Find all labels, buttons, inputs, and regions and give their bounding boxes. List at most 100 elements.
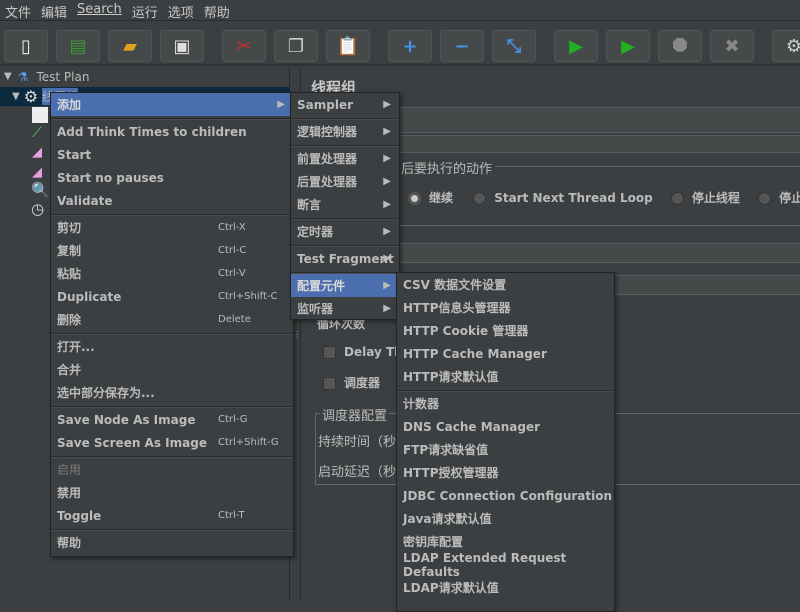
menu-item-24[interactable]: 帮助 (51, 531, 293, 554)
menu-bar: 文件 编辑 Search 运行 选项 帮助 (0, 0, 800, 21)
menu-item-jdbc-connection-configuration[interactable]: JDBC Connection Configuration (397, 484, 614, 507)
menu-item-label: 计数器 (403, 397, 440, 411)
menu-item-6[interactable]: 断言 ▶ (291, 193, 399, 216)
menu-item-http-cookie[interactable]: HTTP Cookie 管理器 (397, 319, 614, 342)
menu-item-java[interactable]: Java请求默认值 (397, 507, 614, 530)
shutdown-icon: ✖ (724, 35, 740, 57)
menu-item-8[interactable]: 定时器 ▶ (291, 220, 399, 243)
menu-item-save-screen-as-image[interactable]: Save Screen As Image Ctrl+Shift-G (51, 431, 293, 454)
menu-item-2[interactable]: 逻辑控制器 ▶ (291, 120, 399, 143)
menu-item-ldap[interactable]: LDAP请求默认值 (397, 576, 614, 599)
menu-item-label: 粘贴 (57, 267, 82, 281)
start-no-pauses-button[interactable]: ▶ (606, 30, 650, 62)
menu-item-13[interactable]: 监听器 ▶ (291, 297, 399, 320)
menu-item-label: 选中部分保存为... (57, 386, 155, 400)
child-element-icon[interactable] (32, 107, 48, 123)
save-button[interactable]: ▣ (160, 30, 204, 62)
shutdown-button[interactable]: ✖ (710, 30, 754, 62)
menu-item-8[interactable]: 复制 Ctrl-C (51, 239, 293, 262)
listener-icon[interactable]: ◢ (32, 165, 42, 180)
menu-item-test-fragment[interactable]: Test Fragment ▶ (291, 247, 399, 270)
menu-item-label: 断言 (297, 198, 322, 212)
menu-item-csv[interactable]: CSV 数据文件设置 (397, 273, 614, 296)
menu-search[interactable]: Search (72, 0, 127, 20)
templates-icon: ▤ (69, 35, 87, 57)
cut-icon: ✂ (236, 35, 252, 57)
menu-item-20[interactable]: 启用 (51, 458, 293, 481)
radio-stop-thread[interactable]: 停止线程 (670, 191, 740, 205)
listener-icon[interactable]: ◢ (32, 145, 42, 160)
submenu-arrow-icon: ▶ (383, 280, 391, 291)
menu-item-duplicate[interactable]: Duplicate Ctrl+Shift-C (51, 285, 293, 308)
menu-item-label: HTTP信息头管理器 (403, 301, 511, 315)
submenu-arrow-icon: ▶ (383, 126, 391, 137)
expand-arrow-icon[interactable]: ▼ (4, 71, 12, 82)
menu-item-11[interactable]: 删除 Delete (51, 308, 293, 331)
menu-item-14[interactable]: 合并 (51, 358, 293, 381)
menu-1[interactable]: 编辑 (36, 0, 72, 21)
expand-button[interactable]: + (388, 30, 432, 62)
menu-item-sampler[interactable]: Sampler ▶ (291, 93, 399, 116)
menu-item-label: LDAP Extended Request Defaults (403, 550, 567, 579)
menu-item-7[interactable]: 剪切 Ctrl-X (51, 216, 293, 239)
menu-item-label: 复制 (57, 244, 82, 258)
menu-3[interactable]: 运行 (127, 0, 163, 21)
menu-item-4[interactable]: 前置处理器 ▶ (291, 147, 399, 170)
paste-icon: 📋 (336, 35, 360, 57)
menu-item-validate[interactable]: Validate (51, 189, 293, 212)
menu-0[interactable]: 文件 (0, 0, 36, 21)
menu-4[interactable]: 选项 (163, 0, 199, 21)
shortcut-label: Ctrl+Shift-C (218, 291, 278, 302)
menu-item-http[interactable]: HTTP授权管理器 (397, 461, 614, 484)
expand-arrow-icon[interactable]: ▼ (12, 91, 20, 102)
menu-item-http[interactable]: HTTP信息头管理器 (397, 296, 614, 319)
templates-button[interactable]: ▤ (56, 30, 100, 62)
radio-continue[interactable]: 继续 (408, 191, 453, 205)
menu-item-15[interactable]: 选中部分保存为... (51, 381, 293, 404)
submenu-arrow-icon: ▶ (383, 226, 391, 237)
menu-item-0[interactable]: 添加 ▶ (51, 93, 293, 116)
menu-item-dns-cache-manager[interactable]: DNS Cache Manager (397, 415, 614, 438)
menu-item-http-cache-manager[interactable]: HTTP Cache Manager (397, 342, 614, 365)
menu-item-label: FTP请求缺省值 (403, 443, 489, 457)
scheduler-checkbox[interactable]: 调度器 (323, 374, 380, 391)
menu-item-label: Sampler (297, 97, 354, 112)
menu-item-label: 剪切 (57, 221, 82, 235)
menu-item-6[interactable]: 计数器 (397, 392, 614, 415)
menu-item-http[interactable]: HTTP请求默认值 (397, 365, 614, 388)
menu-5[interactable]: 帮助 (199, 0, 235, 21)
settings-button[interactable]: ⚙ (772, 30, 800, 62)
radio-start-next-loop[interactable]: Start Next Thread Loop (473, 191, 653, 205)
copy-button[interactable]: ❐ (274, 30, 318, 62)
menu-item-label: 前置处理器 (297, 152, 358, 166)
cut-button[interactable]: ✂ (222, 30, 266, 62)
menu-item-ftp[interactable]: FTP请求缺省值 (397, 438, 614, 461)
shortcut-label: Ctrl+Shift-G (218, 437, 279, 448)
pipette-icon[interactable]: ⟋ (32, 125, 42, 141)
collapse-button[interactable]: − (440, 30, 484, 62)
menu-item-21[interactable]: 禁用 (51, 481, 293, 504)
stop-button[interactable]: ⯃ (658, 30, 702, 62)
open-button[interactable]: ▰ (108, 30, 152, 62)
magnifier-icon[interactable]: 🔍 (31, 181, 50, 199)
menu-item-9[interactable]: 粘贴 Ctrl-V (51, 262, 293, 285)
menu-item-label: DNS Cache Manager (403, 419, 541, 434)
new-button[interactable]: ▯ (4, 30, 48, 62)
menu-item-start-no-pauses[interactable]: Start no pauses (51, 166, 293, 189)
menu-item-13[interactable]: 打开... (51, 335, 293, 358)
menu-item-save-node-as-image[interactable]: Save Node As Image Ctrl-G (51, 408, 293, 431)
menu-item-add-think-times-to-children[interactable]: Add Think Times to children (51, 120, 293, 143)
tree-node-test-plan[interactable]: ▼ ⚗ Test Plan (0, 67, 89, 86)
paste-button[interactable]: 📋 (326, 30, 370, 62)
menu-item-start[interactable]: Start (51, 143, 293, 166)
menu-item-ldap-extended-request-defaults[interactable]: LDAP Extended Request Defaults (397, 550, 614, 579)
menu-item-toggle[interactable]: Toggle Ctrl-T (51, 504, 293, 527)
menu-item-label: Start no pauses (57, 170, 164, 185)
toggle-button[interactable]: ⤡ (492, 30, 536, 62)
timer-icon[interactable]: ◷ (31, 200, 44, 218)
menu-item-5[interactable]: 后置处理器 ▶ (291, 170, 399, 193)
start-button[interactable]: ▶ (554, 30, 598, 62)
shortcut-label: Delete (218, 314, 251, 325)
menu-item-12[interactable]: 配置元件 ▶ (291, 274, 399, 297)
radio-stop-test[interactable]: 停止测试 (758, 191, 800, 205)
